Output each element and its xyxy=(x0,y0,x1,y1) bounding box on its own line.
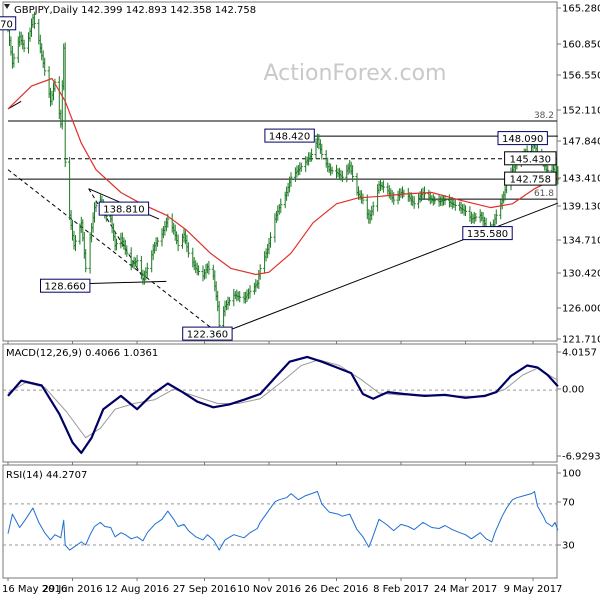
price-y-tick-label: 134.710 xyxy=(562,236,600,247)
x-tick-label: 8 Feb 2017 xyxy=(373,584,429,595)
price-y-tick-label: 152.110 xyxy=(562,106,600,117)
price-y-tick-label: 143.410 xyxy=(562,174,600,185)
price-y-tick-label: 156.550 xyxy=(562,71,600,82)
rsi-y-tick-label: 70 xyxy=(562,498,575,509)
watermark: ActionForex.com xyxy=(264,61,447,86)
x-tick-label: 29 Jun 2016 xyxy=(42,584,102,595)
chart-header: GBPJPY,Daily 142.399 142.893 142.358 142… xyxy=(14,5,256,16)
price-y-tick-label: 121.710 xyxy=(562,335,600,346)
price-annotation-label: 135.580 xyxy=(467,229,508,240)
last-price-label: 142.758 xyxy=(510,175,551,186)
x-tick-label: 27 Sep 2016 xyxy=(173,584,236,595)
ohlc-value: 142.758 xyxy=(215,5,256,16)
ohlc-value: 142.893 xyxy=(126,5,171,16)
x-tick-label: 12 Aug 2016 xyxy=(105,584,169,595)
macd-title: MACD(12,26,9) 0.4066 1.0361 xyxy=(6,348,158,359)
price-y-tick-label: 165.280 xyxy=(562,4,600,15)
macd-y-tick-label: 4.0157 xyxy=(562,348,597,359)
rsi-panel-frame xyxy=(2,464,558,579)
price-annotation-label: 128.660 xyxy=(45,282,86,293)
price-annotation-label: 148.420 xyxy=(269,132,310,143)
price-annotation-label: 70 xyxy=(0,19,13,30)
price-y-tick-label: 126.000 xyxy=(562,304,600,315)
rsi-y-tick-label: 30 xyxy=(562,541,575,552)
level-value-label: 145.430 xyxy=(510,154,551,165)
ohlc-value: 142.399 xyxy=(81,5,126,16)
price-annotation-label: 138.810 xyxy=(103,205,144,216)
chart-canvas: 16 May 201629 Jun 2016 12 Aug 2016 27 Sep … xyxy=(0,1,600,595)
macd-y-tick-label: 0.00 xyxy=(562,385,584,396)
fib-level-label: 61.8 xyxy=(534,189,554,199)
price-annotation-label: 122.360 xyxy=(187,330,228,341)
price-annotation-label: 148.090 xyxy=(502,134,543,145)
price-y-tick-label: 160.850 xyxy=(562,40,600,51)
price-y-tick-label: 147.840 xyxy=(562,137,600,148)
rsi-title: RSI(14) 44.2707 xyxy=(6,470,87,481)
symbol-label: GBPJPY,Daily xyxy=(14,5,81,16)
price-y-tick-label: 139.130 xyxy=(562,202,600,213)
fib-level-label: 38.2 xyxy=(534,111,554,121)
gbpjpy-chart: 16 May 2016 29 Jun 2016 12 Aug 2016 27 Sep … xyxy=(0,0,600,600)
x-tick-label: 9 May 2017 xyxy=(504,584,563,595)
macd-y-tick-label: -6.9293 xyxy=(562,452,600,463)
rsi-y-tick-label: 100 xyxy=(562,469,581,480)
x-tick-label: 24 Mar 2017 xyxy=(434,584,497,595)
x-tick-label: 26 Dec 2016 xyxy=(305,584,369,595)
price-y-tick-label: 130.420 xyxy=(562,269,600,280)
x-tick-label: 10 Nov 2016 xyxy=(237,584,301,595)
ohlc-value: 142.358 xyxy=(170,5,215,16)
